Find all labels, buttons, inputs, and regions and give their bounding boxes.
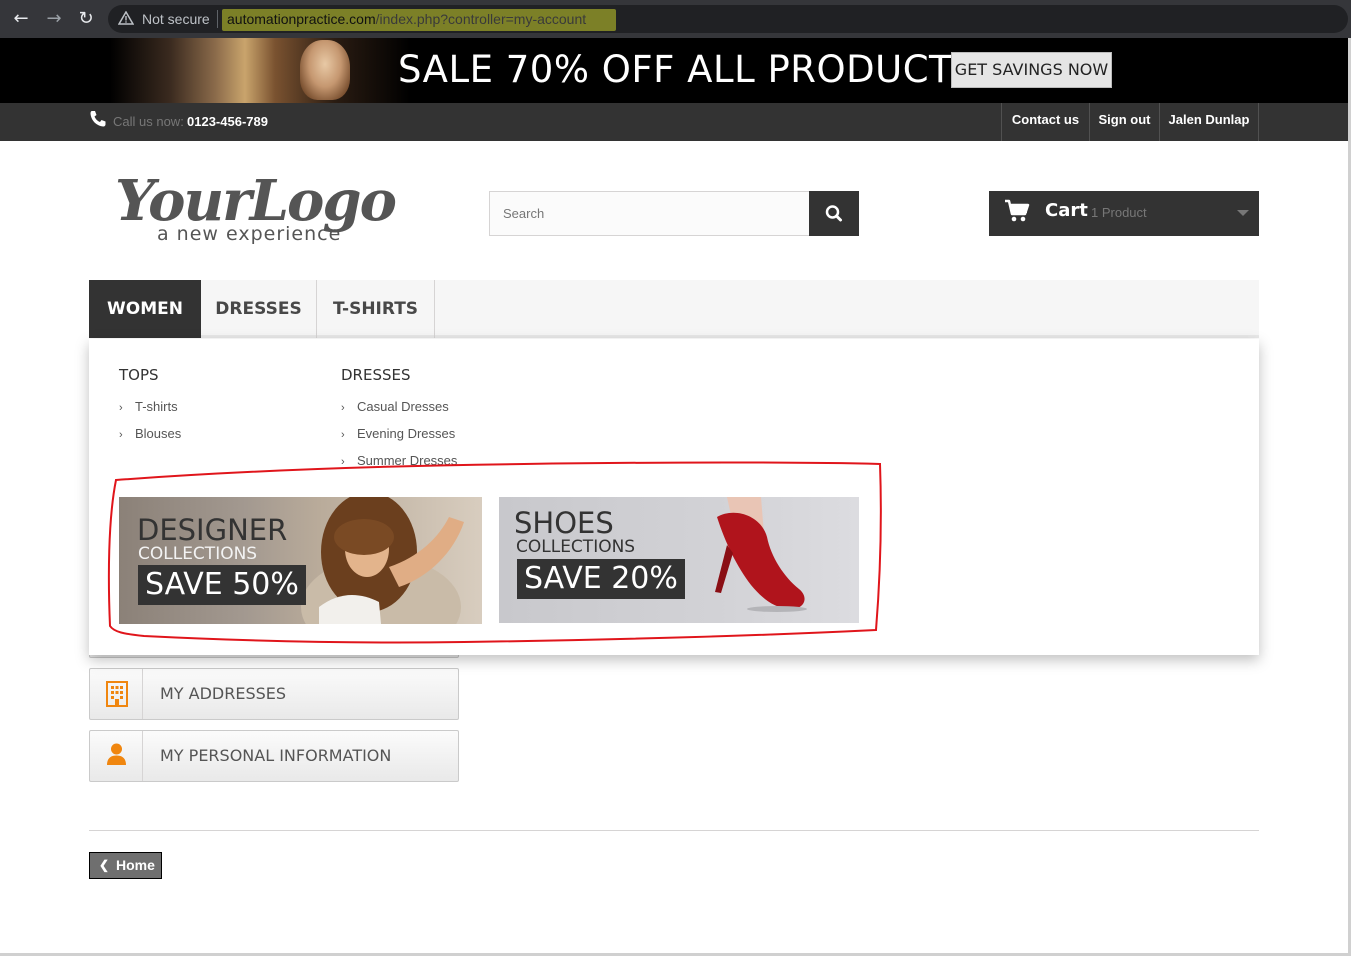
chevron-right-icon: › [119, 402, 123, 414]
arrow-right-icon[interactable]: → [43, 8, 65, 30]
home-button[interactable]: ❮ Home [89, 852, 162, 879]
search-button[interactable] [809, 191, 859, 236]
category-heading-tops[interactable]: TOPS [119, 366, 159, 384]
account-name-link[interactable]: Jalen Dunlap [1159, 103, 1259, 141]
category-heading-dresses[interactable]: DRESSES [341, 366, 411, 384]
contact-us-link[interactable]: Contact us [1001, 103, 1089, 141]
call-label: Call us now: [113, 114, 184, 129]
url-host: automationpractice.com [227, 11, 376, 27]
user-icon [107, 743, 126, 765]
button-label: MY PERSONAL INFORMATION [160, 746, 392, 765]
my-personal-information-button[interactable]: MY PERSONAL INFORMATION [89, 730, 459, 782]
subcategory-evening-dresses[interactable]: › Evening Dresses [341, 426, 455, 441]
subcategory-label: T-shirts [135, 399, 178, 414]
subcategory-label: Blouses [135, 426, 182, 441]
icon-cell [90, 731, 143, 781]
promo-model-image [300, 40, 350, 100]
menu-tab-tshirts[interactable]: T-SHIRTS [317, 280, 435, 338]
building-icon [106, 681, 128, 707]
logo-tagline: a new experience [157, 223, 341, 245]
phone-icon [90, 111, 106, 127]
chevron-right-icon: › [341, 402, 345, 414]
button-label: MY ADDRESSES [160, 684, 287, 703]
security-status[interactable]: Not secure [142, 11, 210, 27]
chevron-right-icon: › [119, 429, 123, 441]
subcategory-label: Casual Dresses [357, 399, 449, 414]
promo-title: SALE 70% OFF ALL PRODUCTS [398, 48, 977, 91]
shopping-cart-icon [1005, 199, 1030, 222]
sign-out-link[interactable]: Sign out [1089, 103, 1159, 141]
get-savings-button[interactable]: GET SAVINGS NOW [951, 52, 1112, 88]
promo-photo [110, 38, 410, 103]
footer-divider [89, 830, 1259, 831]
cart-label: Cart [1045, 200, 1088, 221]
site-logo[interactable]: YourLogo a new experience [115, 160, 415, 250]
subcategory-tshirts[interactable]: › T-shirts [119, 399, 178, 414]
url-divider [217, 10, 218, 28]
search-icon [825, 205, 842, 222]
chevron-left-icon: ❮ [99, 858, 110, 872]
icon-cell [90, 669, 143, 719]
menu-tab-dresses[interactable]: DRESSES [201, 280, 317, 338]
subcategory-casual-dresses[interactable]: › Casual Dresses [341, 399, 449, 414]
search-box[interactable] [489, 191, 810, 236]
reload-icon[interactable]: ↻ [75, 8, 97, 30]
warning-icon [118, 11, 134, 25]
arrow-left-icon[interactable]: ← [10, 8, 32, 30]
red-annotation-outline [107, 461, 882, 644]
cart-count: 1 Product [1091, 205, 1147, 220]
url-path: /index.php?controller=my-account [375, 11, 587, 27]
my-addresses-button[interactable]: MY ADDRESSES [89, 668, 459, 720]
caret-down-icon[interactable] [1237, 210, 1249, 216]
phone-number: 0123-456-789 [187, 114, 268, 129]
home-label: Home [116, 857, 155, 873]
chevron-right-icon: › [341, 429, 345, 441]
menu-tab-women[interactable]: WOMEN [89, 280, 201, 338]
subcategory-blouses[interactable]: › Blouses [119, 426, 181, 441]
search-input[interactable] [490, 192, 809, 235]
url-text[interactable]: automationpractice.com/index.php?control… [227, 11, 586, 27]
subcategory-label: Evening Dresses [357, 426, 456, 441]
